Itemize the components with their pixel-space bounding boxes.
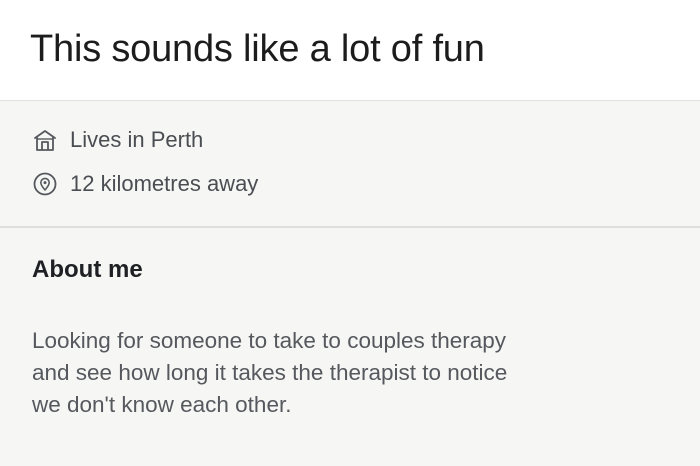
distance-row: 12 kilometres away: [32, 171, 258, 197]
location-pin-icon: [32, 171, 58, 197]
post-caption: This sounds like a lot of fun: [30, 28, 485, 70]
location-text: Lives in Perth: [70, 127, 204, 152]
distance-text: 12 kilometres away: [70, 171, 259, 196]
section-divider: [0, 226, 700, 228]
home-icon: [32, 127, 58, 153]
bio-line: Looking for someone to take to couples t…: [32, 328, 507, 353]
about-me-heading: About me: [32, 256, 143, 283]
profile-screenshot: Lives in Perth 12 kilometres away About …: [0, 100, 700, 466]
bio-line: we don't know each other.: [32, 392, 292, 417]
about-me-text: Looking for someone to take to couples t…: [32, 325, 672, 421]
location-row: Lives in Perth: [32, 127, 203, 153]
bio-line: and see how long it takes the therapist …: [32, 360, 508, 385]
